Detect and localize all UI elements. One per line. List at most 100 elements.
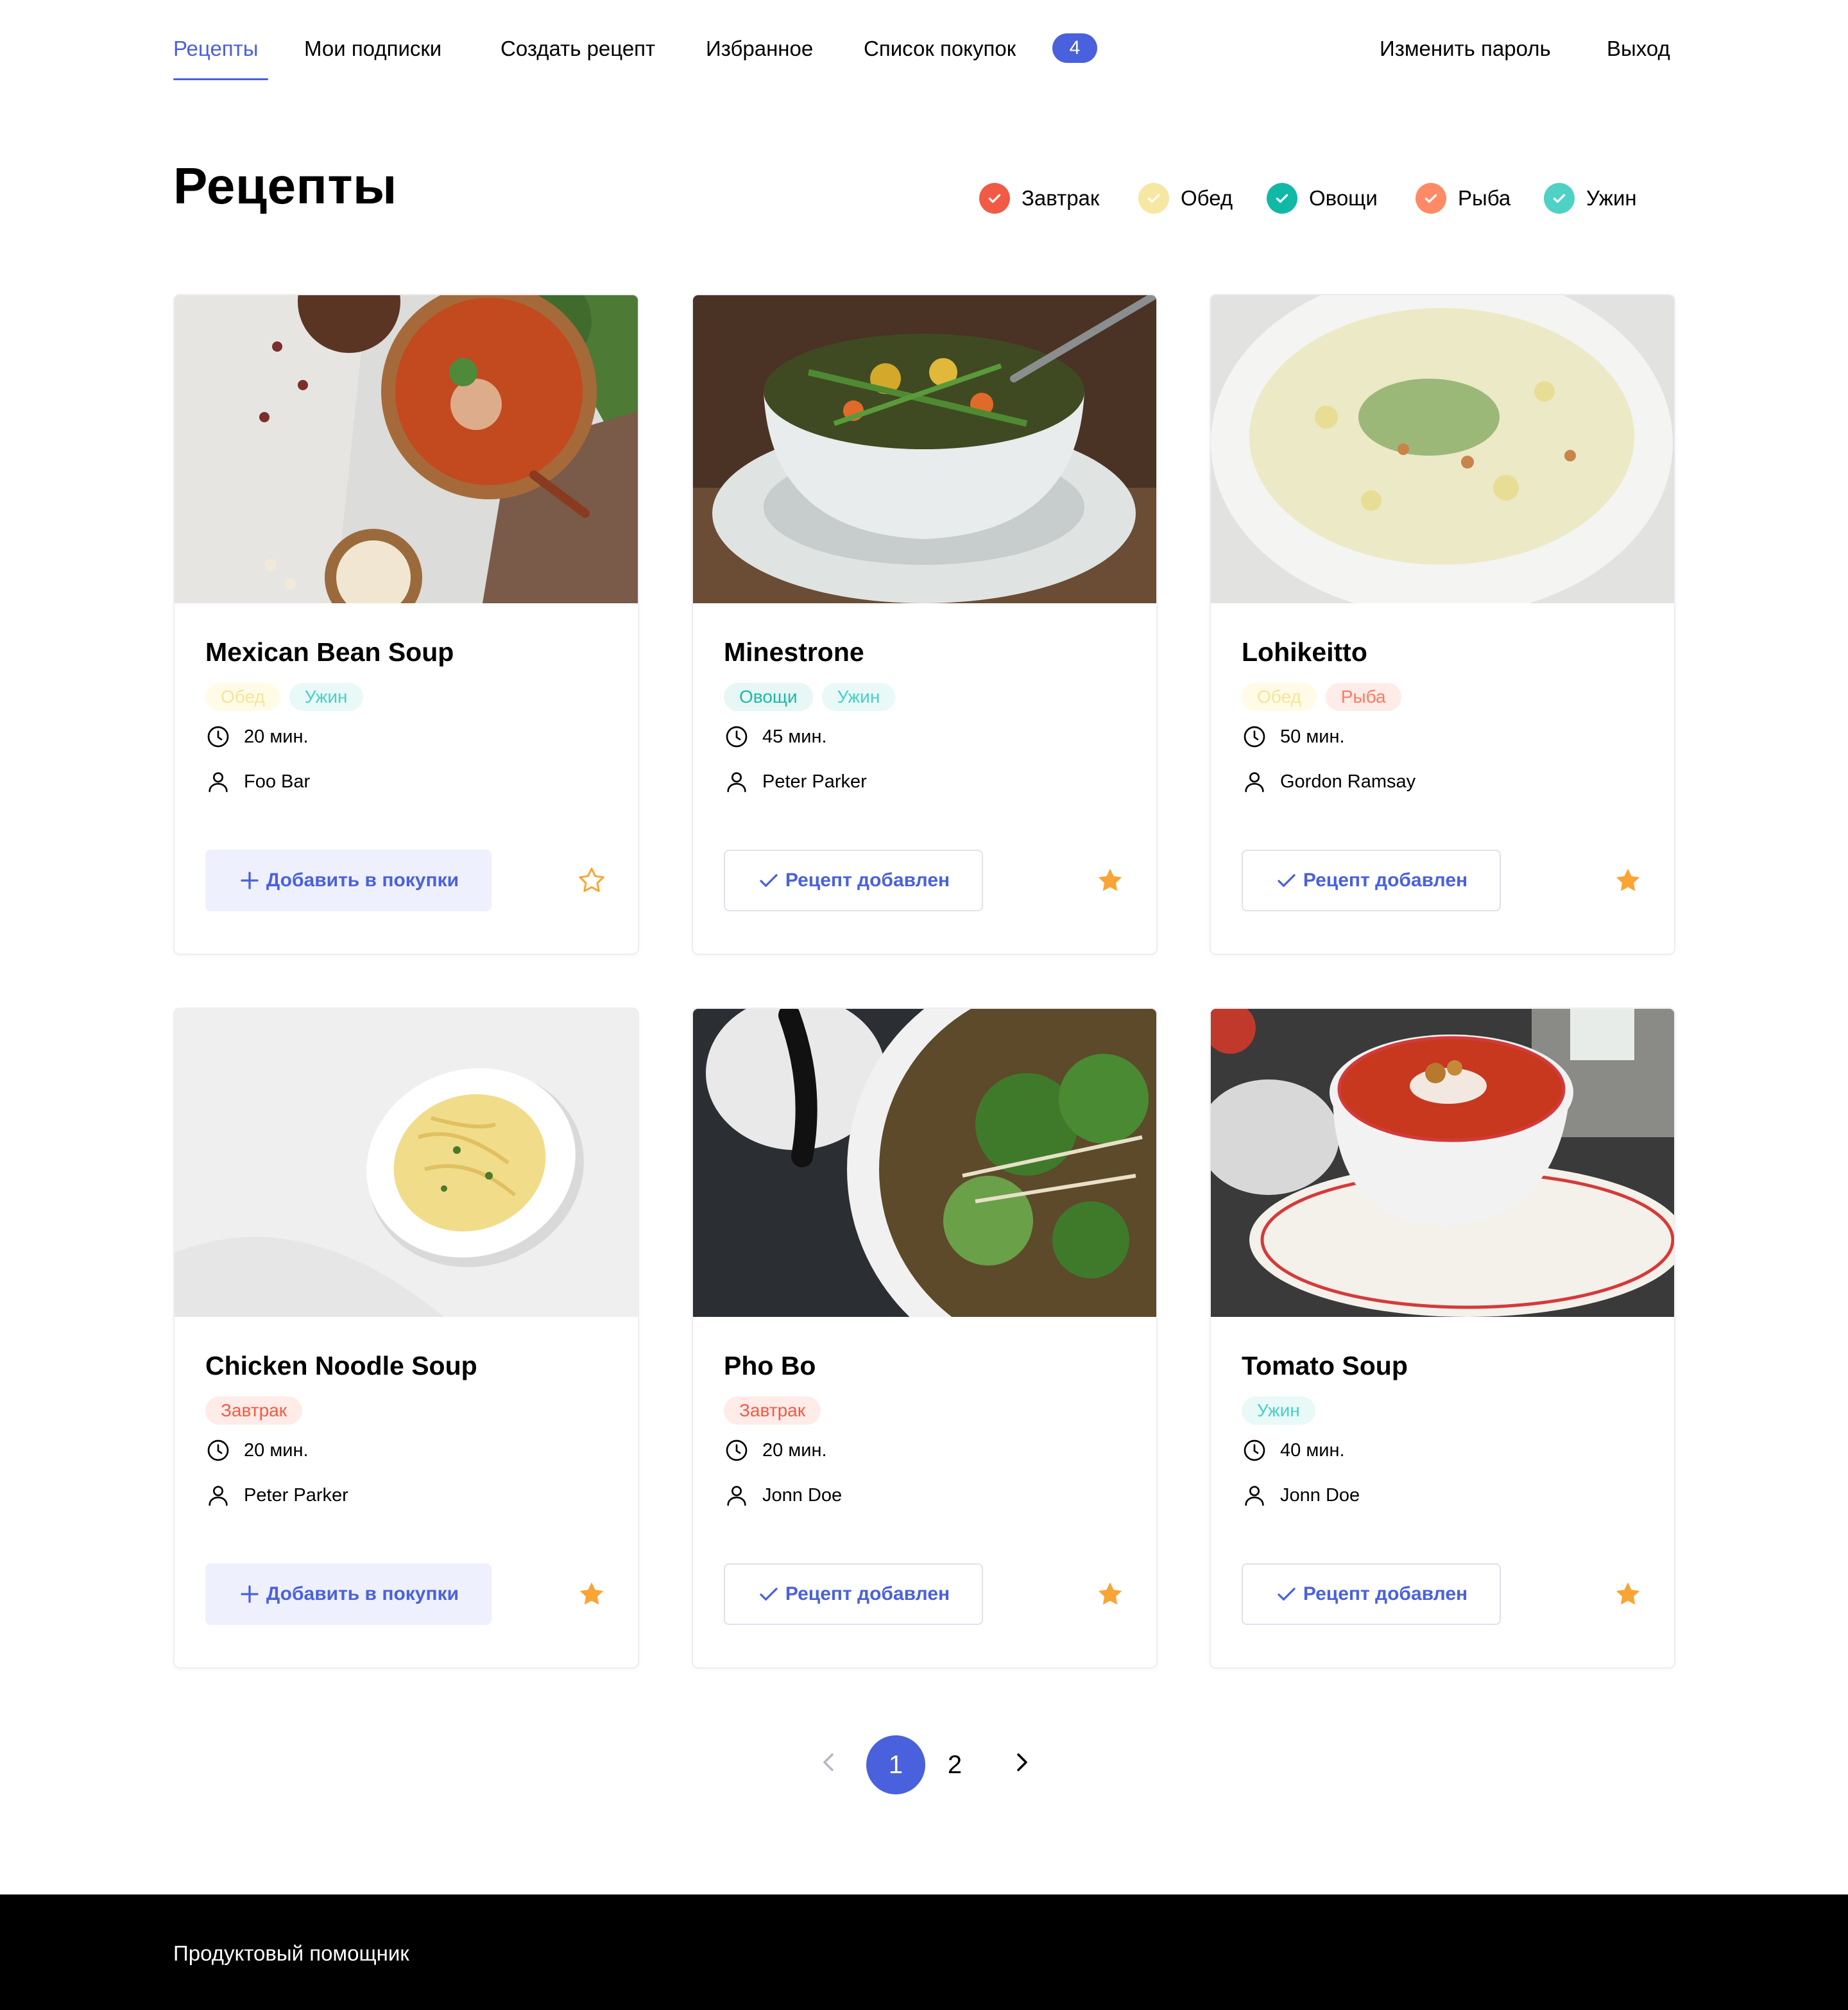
star-filled-icon[interactable] <box>576 1579 607 1610</box>
nav-recipes[interactable]: Рецепты <box>173 33 259 64</box>
tag-dinner: Ужин <box>821 683 896 711</box>
page-1-button[interactable]: 1 <box>866 1735 925 1794</box>
button-label: Рецепт добавлен <box>1303 870 1468 891</box>
cooking-time: 20 мин. <box>205 1436 309 1465</box>
change-password-link[interactable]: Изменить пароль <box>1380 33 1551 64</box>
add-to-shopping-button[interactable]: Добавить в покупки <box>205 1563 492 1625</box>
recipe-author: Jonn Doe <box>1242 1481 1360 1509</box>
tag-breakfast: Завтрак <box>205 1396 302 1425</box>
clock-icon <box>726 726 748 748</box>
author-name[interactable]: Peter Parker <box>244 1481 348 1509</box>
cooking-time-value: 50 мин. <box>1280 726 1345 747</box>
recipe-title[interactable]: Chicken Noodle Soup <box>205 1348 477 1384</box>
nav-favorites[interactable]: Избранное <box>706 33 813 64</box>
shopping-list-count-badge: 4 <box>1052 33 1097 63</box>
star-filled-icon[interactable] <box>1095 1579 1125 1610</box>
recipe-tags: Обед Ужин <box>205 683 363 711</box>
tag-breakfast: Завтрак <box>724 1396 821 1425</box>
recipe-title[interactable]: Pho Bo <box>724 1348 816 1384</box>
clock-icon <box>1244 726 1265 748</box>
recipe-title[interactable]: Lohikeitto <box>1242 634 1367 670</box>
filter-label: Обед <box>1181 186 1233 210</box>
filter-fish[interactable]: Рыба <box>1416 182 1510 214</box>
nav-shopping-list[interactable]: Список покупок <box>864 33 1016 64</box>
nav-create-recipe[interactable]: Создать рецепт <box>501 33 655 64</box>
recipe-card: Lohikeitto Обед Рыба 50 мин. Gordon Rams… <box>1210 294 1675 955</box>
recipe-tags: Завтрак <box>205 1396 302 1425</box>
user-icon <box>209 772 228 793</box>
filter-vegetables[interactable]: Овощи <box>1267 182 1378 214</box>
recipe-title[interactable]: Mexican Bean Soup <box>205 634 454 670</box>
recipe-title[interactable]: Minestrone <box>724 634 864 670</box>
author-name[interactable]: Jonn Doe <box>762 1481 842 1509</box>
author-name[interactable]: Gordon Ramsay <box>1280 768 1416 796</box>
cooking-time-value: 20 мин. <box>244 1440 309 1461</box>
recipe-card: Tomato Soup Ужин 40 мин. Jonn Doe Рецепт… <box>1210 1008 1675 1669</box>
nav-subscriptions[interactable]: Мои подписки <box>304 33 441 64</box>
logout-link[interactable]: Выход <box>1607 33 1670 64</box>
tag-dinner: Ужин <box>1242 1396 1315 1425</box>
recipe-photo[interactable] <box>175 295 638 603</box>
author-name[interactable]: Foo Bar <box>244 768 310 796</box>
filter-label: Рыба <box>1458 186 1511 210</box>
cooking-time: 20 мин. <box>205 723 309 751</box>
checkmark-icon <box>1278 1588 1296 1601</box>
button-label: Добавить в покупки <box>266 1583 459 1604</box>
recipe-title[interactable]: Tomato Soup <box>1242 1348 1408 1384</box>
recipe-card: Pho Bo Завтрак 20 мин. Jonn Doe Рецепт д… <box>692 1008 1158 1669</box>
checkmark-icon <box>1416 183 1446 214</box>
filter-breakfast[interactable]: Завтрак <box>979 182 1099 214</box>
page-2-button[interactable]: 2 <box>925 1735 984 1794</box>
user-icon <box>1245 772 1264 793</box>
filter-label: Овощи <box>1309 186 1378 210</box>
filter-lunch[interactable]: Обед <box>1138 182 1233 214</box>
recipe-photo[interactable] <box>693 1009 1156 1317</box>
tag-dinner: Ужин <box>289 683 363 711</box>
recipe-author: Peter Parker <box>724 768 867 796</box>
cooking-time: 45 мин. <box>724 723 827 751</box>
recipe-added-button[interactable]: Рецепт добавлен <box>724 850 983 911</box>
cooking-time: 50 мин. <box>1242 723 1345 751</box>
button-label: Рецепт добавлен <box>785 870 950 891</box>
checkmark-icon <box>1267 183 1297 214</box>
checkmark-icon <box>1138 183 1169 214</box>
plus-icon <box>241 1585 259 1603</box>
recipe-photo[interactable] <box>693 295 1156 603</box>
footer: Продуктовый помощник <box>0 1894 1848 2010</box>
recipe-author: Foo Bar <box>205 768 310 796</box>
star-filled-icon[interactable] <box>1613 865 1643 896</box>
recipe-photo[interactable] <box>175 1009 638 1317</box>
star-outline-icon[interactable] <box>576 865 607 896</box>
user-icon <box>209 1486 228 1506</box>
recipe-author: Jonn Doe <box>724 1481 842 1509</box>
recipe-photo[interactable] <box>1211 1009 1674 1317</box>
plus-icon <box>241 872 259 889</box>
cooking-time-value: 20 мин. <box>762 1440 827 1461</box>
recipe-tags: Завтрак <box>724 1396 821 1425</box>
recipe-added-button[interactable]: Рецепт добавлен <box>724 1563 983 1625</box>
checkmark-icon <box>979 183 1010 214</box>
footer-brand: Продуктовый помощник <box>173 1941 409 1965</box>
author-name[interactable]: Jonn Doe <box>1280 1481 1360 1509</box>
checkmark-icon <box>1278 874 1296 887</box>
checkmark-icon <box>1544 183 1575 214</box>
recipe-added-button[interactable]: Рецепт добавлен <box>1242 850 1501 911</box>
button-label: Добавить в покупки <box>266 870 459 891</box>
recipe-added-button[interactable]: Рецепт добавлен <box>1242 1563 1501 1625</box>
star-filled-icon[interactable] <box>1613 1579 1643 1610</box>
top-navigation: Рецепты Мои подписки Создать рецепт Избр… <box>0 0 1848 83</box>
add-to-shopping-button[interactable]: Добавить в покупки <box>205 850 492 911</box>
tag-fish: Рыба <box>1325 683 1401 711</box>
chevron-right-icon[interactable] <box>1006 1747 1037 1778</box>
user-icon <box>727 1486 746 1506</box>
chevron-left-icon[interactable] <box>814 1747 844 1778</box>
filter-dinner[interactable]: Ужин <box>1544 182 1637 214</box>
star-filled-icon[interactable] <box>1095 865 1125 896</box>
filter-label: Завтрак <box>1022 186 1100 210</box>
recipe-photo[interactable] <box>1211 295 1674 603</box>
clock-icon <box>207 726 229 748</box>
cooking-time-value: 40 мин. <box>1280 1440 1345 1461</box>
user-icon <box>1245 1486 1264 1506</box>
author-name[interactable]: Peter Parker <box>762 768 867 796</box>
recipe-card: Minestrone Овощи Ужин 45 мин. Peter Park… <box>692 294 1158 955</box>
